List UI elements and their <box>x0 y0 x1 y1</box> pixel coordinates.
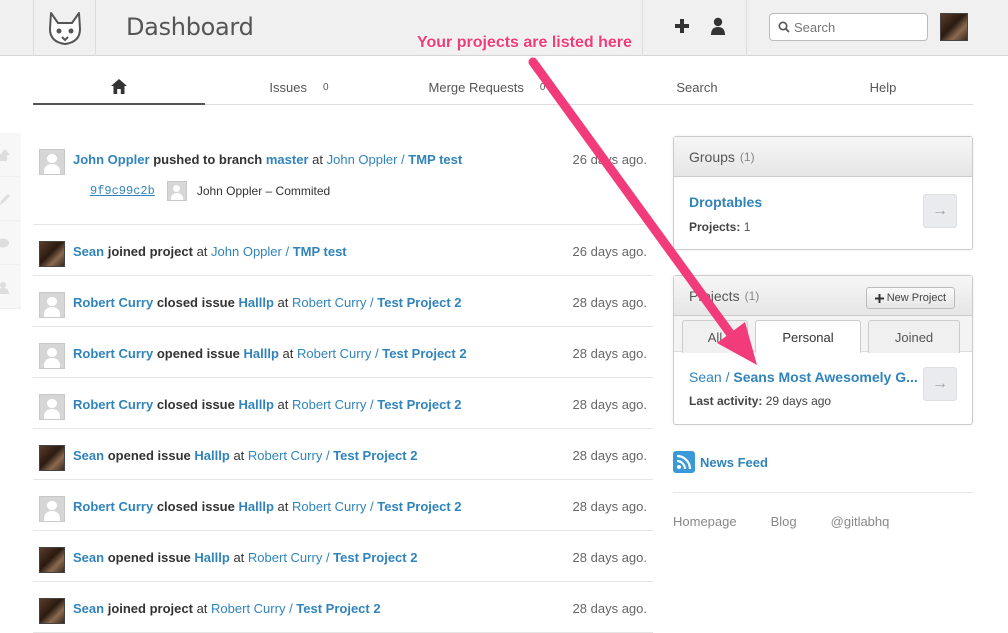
annotation-label: Your projects are listed here <box>417 34 632 51</box>
annotation-arrow <box>528 57 757 365</box>
